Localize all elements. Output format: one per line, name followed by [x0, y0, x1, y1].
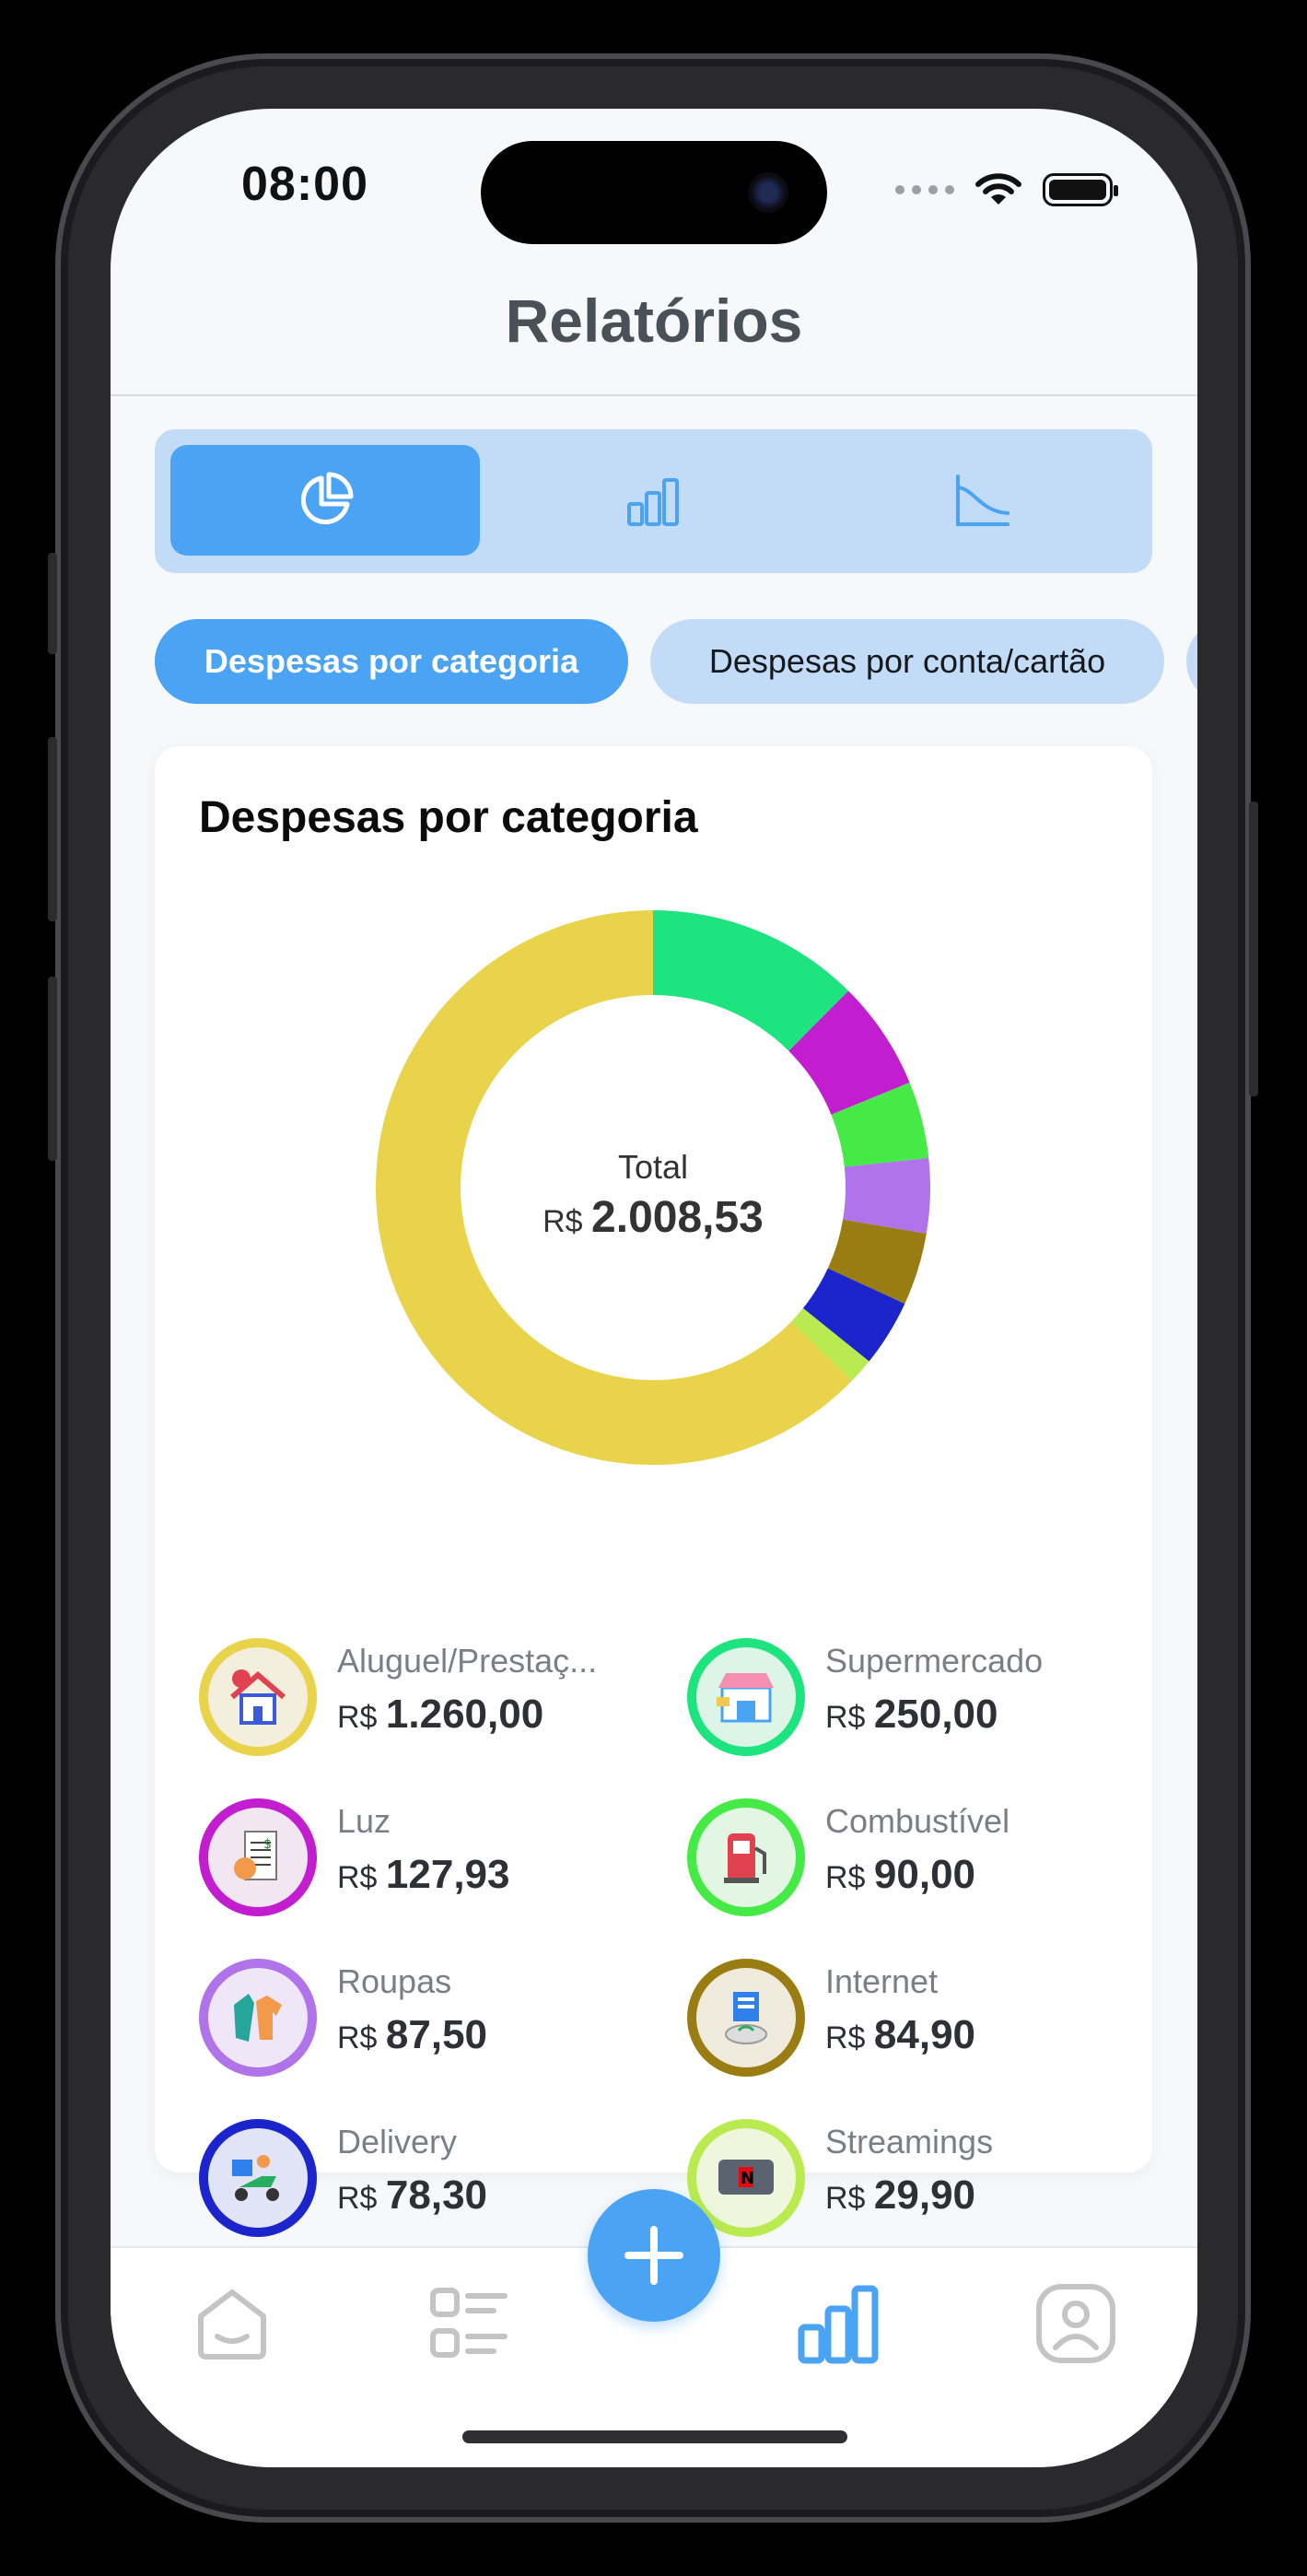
legend-name: Delivery — [337, 2123, 458, 2160]
screen: 08:00 Relatórios Despesas por categoria … — [111, 109, 1197, 2467]
line-chart-tab[interactable] — [827, 445, 1137, 556]
legend-item-clothes[interactable]: Roupas R$ 87,50 — [199, 1959, 641, 2078]
legend-item-rent[interactable]: Aluguel/Prestaç... R$ 1.260,00 — [199, 1638, 641, 1758]
bar-chart-tab[interactable] — [498, 445, 808, 556]
status-icons — [895, 171, 1118, 208]
signal-dots-icon — [895, 185, 954, 194]
total-label: Total — [617, 1148, 689, 1186]
legend-item-streaming[interactable]: N Streamings R$ 29,90 — [687, 2119, 1129, 2239]
card-title: Despesas por categoria — [199, 793, 698, 842]
legend-value: R$ 78,30 — [337, 2172, 488, 2218]
line-chart-icon — [956, 474, 1009, 526]
page-title: Relatórios — [505, 287, 803, 355]
volume-down-button — [48, 977, 57, 1161]
clothes-icon — [199, 1959, 317, 2077]
legend-item-electricity[interactable]: $ Luz R$ 127,93 — [199, 1798, 641, 1918]
tab-transactions[interactable] — [422, 2277, 514, 2370]
battery-icon — [1043, 173, 1118, 206]
add-icon — [624, 2226, 683, 2285]
chip-expenses-by-account[interactable]: Despesas por conta/cartão — [650, 619, 1164, 704]
status-time: 08:00 — [241, 158, 368, 211]
chip-expenses-by-category[interactable]: Despesas por categoria — [155, 619, 628, 704]
legend-value: R$ 127,93 — [337, 1852, 510, 1897]
legend-name: Combustível — [825, 1802, 1010, 1840]
svg-text:N: N — [741, 2169, 754, 2188]
home-indicator — [462, 2430, 847, 2443]
legend-name: Streamings — [825, 2123, 994, 2160]
legend-value: R$ 29,90 — [825, 2172, 976, 2218]
pie-chart-tab[interactable] — [170, 445, 480, 556]
legend-name: Aluguel/Prestaç... — [337, 1642, 598, 1680]
legend-value: R$ 1.260,00 — [337, 1692, 544, 1737]
bill-icon: $ — [199, 1798, 317, 1916]
legend-value: R$ 87,50 — [337, 2012, 488, 2057]
store-icon — [687, 1638, 805, 1756]
legend-value: R$ 250,00 — [825, 1692, 998, 1737]
legend-name: Internet — [825, 1962, 939, 2000]
legend-item-supermarket[interactable]: Supermercado R$ 250,00 — [687, 1638, 1129, 1758]
legend-name: Roupas — [337, 1962, 452, 2000]
donut-chart: Total R$ 2.008,53 — [376, 910, 930, 1465]
legend-value: R$ 90,00 — [825, 1852, 976, 1897]
chip-more[interactable] — [1186, 619, 1197, 704]
svg-text:$: $ — [263, 1837, 272, 1852]
profile-icon — [1036, 2284, 1115, 2363]
chart-type-switcher — [155, 429, 1152, 573]
dynamic-island — [481, 141, 827, 244]
house-icon — [199, 1638, 317, 1756]
action-button — [48, 553, 57, 654]
front-camera — [748, 172, 788, 213]
delivery-scooter-icon — [199, 2119, 317, 2237]
bar-chart-icon — [627, 478, 679, 526]
wifi-icon — [975, 173, 1021, 205]
tab-reports[interactable] — [792, 2277, 884, 2370]
report-filter-chips: Despesas por categoria Despesas por cont… — [155, 619, 1197, 704]
total-amount: 2.008,53 — [591, 1193, 764, 1242]
tab-profile[interactable] — [1030, 2277, 1122, 2370]
legend-item-fuel[interactable]: Combustível R$ 90,00 — [687, 1798, 1129, 1918]
reports-bar-chart-icon — [798, 2285, 879, 2364]
home-icon — [198, 2289, 266, 2359]
list-icon — [430, 2288, 508, 2358]
volume-up-button — [48, 737, 57, 921]
donut-total: Total R$ 2.008,53 — [376, 1148, 930, 1243]
power-button — [1249, 802, 1258, 1096]
pie-chart-icon — [300, 472, 354, 525]
router-icon — [687, 1959, 805, 2077]
legend-name: Luz — [337, 1802, 391, 1840]
total-currency: R$ — [543, 1204, 583, 1239]
legend-name: Supermercado — [825, 1642, 1044, 1680]
legend-item-delivery[interactable]: Delivery R$ 78,30 — [199, 2119, 641, 2239]
header-divider — [111, 394, 1197, 396]
tab-home[interactable] — [186, 2277, 278, 2370]
add-transaction-button[interactable] — [588, 2189, 720, 2322]
category-report-card: Despesas por categoria Total R$ 2.008,53… — [155, 746, 1152, 2237]
fuel-pump-icon — [687, 1798, 805, 1916]
legend-item-internet[interactable]: Internet R$ 84,90 — [687, 1959, 1129, 2078]
legend-value: R$ 84,90 — [825, 2012, 976, 2057]
total-value: R$ 2.008,53 — [376, 1192, 930, 1243]
